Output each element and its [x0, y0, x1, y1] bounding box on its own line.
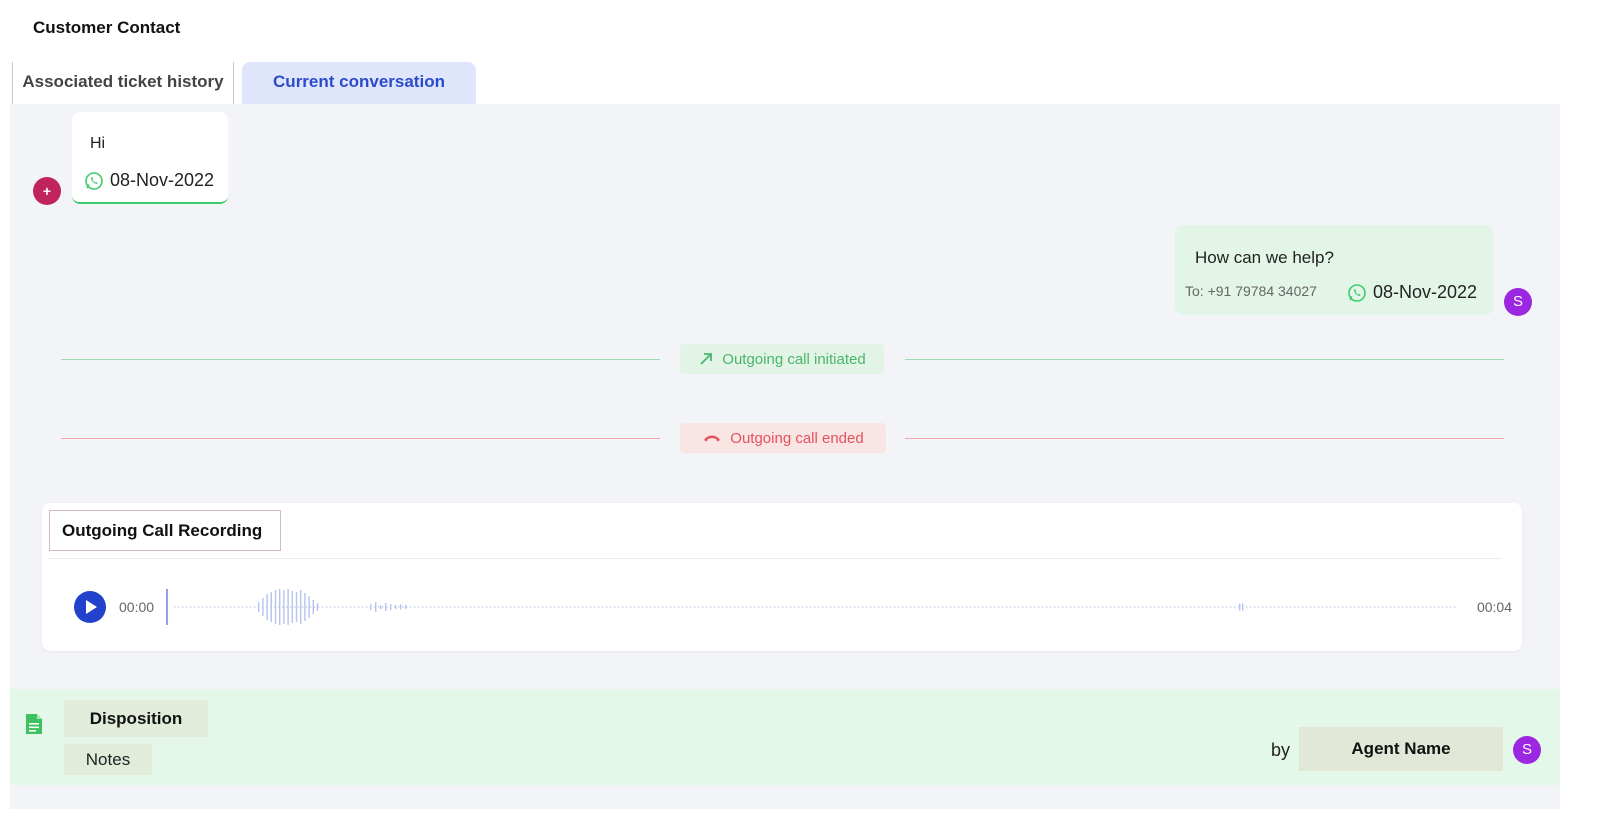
- whatsapp-icon: [1348, 283, 1366, 302]
- divider: [49, 558, 1502, 559]
- event-divider: [61, 359, 660, 360]
- agent-avatar: S: [1513, 736, 1541, 764]
- call-recording-card: Outgoing Call Recording 00:00 00:04: [42, 503, 1522, 651]
- play-icon[interactable]: [74, 591, 106, 623]
- disposition-label: Disposition: [64, 700, 208, 737]
- arrow-up-right-icon: [700, 353, 713, 365]
- recording-duration: 00:04: [1476, 599, 1512, 615]
- outgoing-message: How can we help? To: +91 79784 34027 08-…: [1175, 225, 1493, 315]
- hang-up-icon: [704, 435, 721, 442]
- outgoing-message-date: 08-Nov-2022: [1373, 282, 1478, 302]
- call-ended-label: Outgoing call ended: [730, 429, 864, 447]
- agent-avatar: S: [1504, 288, 1532, 316]
- whatsapp-icon: [85, 171, 103, 190]
- recording-title: Outgoing Call Recording: [49, 510, 281, 551]
- incoming-message: Hi 08-Nov-2022: [72, 112, 228, 204]
- call-ended-event: Outgoing call ended: [680, 423, 886, 453]
- outgoing-message-text: How can we help?: [1195, 248, 1334, 267]
- document-icon: [26, 714, 42, 734]
- recording-current-time: 00:00: [119, 599, 155, 615]
- incoming-message-text: Hi: [90, 135, 106, 152]
- agent-name: Agent Name: [1299, 727, 1503, 771]
- page-title: Customer Contact: [33, 18, 181, 37]
- outgoing-message-recipient: To: +91 79784 34027: [1185, 283, 1317, 299]
- event-divider: [905, 359, 1504, 360]
- tab-associated-ticket-history[interactable]: Associated ticket history: [12, 62, 234, 106]
- audio-waveform[interactable]: [166, 587, 1456, 627]
- incoming-message-date: 08-Nov-2022: [110, 170, 215, 190]
- conversation-panel: + Hi 08-Nov-2022 How can we help? To: +9…: [10, 104, 1560, 809]
- notes-label: Notes: [64, 744, 152, 775]
- by-label: by: [1271, 740, 1291, 760]
- call-initiated-event: Outgoing call initiated: [680, 344, 884, 374]
- disposition-bar: Disposition Notes by Agent Name S: [10, 689, 1560, 785]
- customer-avatar: +: [33, 177, 61, 205]
- call-initiated-label: Outgoing call initiated: [722, 350, 866, 368]
- event-divider: [61, 438, 660, 439]
- tab-current-conversation[interactable]: Current conversation: [242, 62, 476, 106]
- event-divider: [905, 438, 1504, 439]
